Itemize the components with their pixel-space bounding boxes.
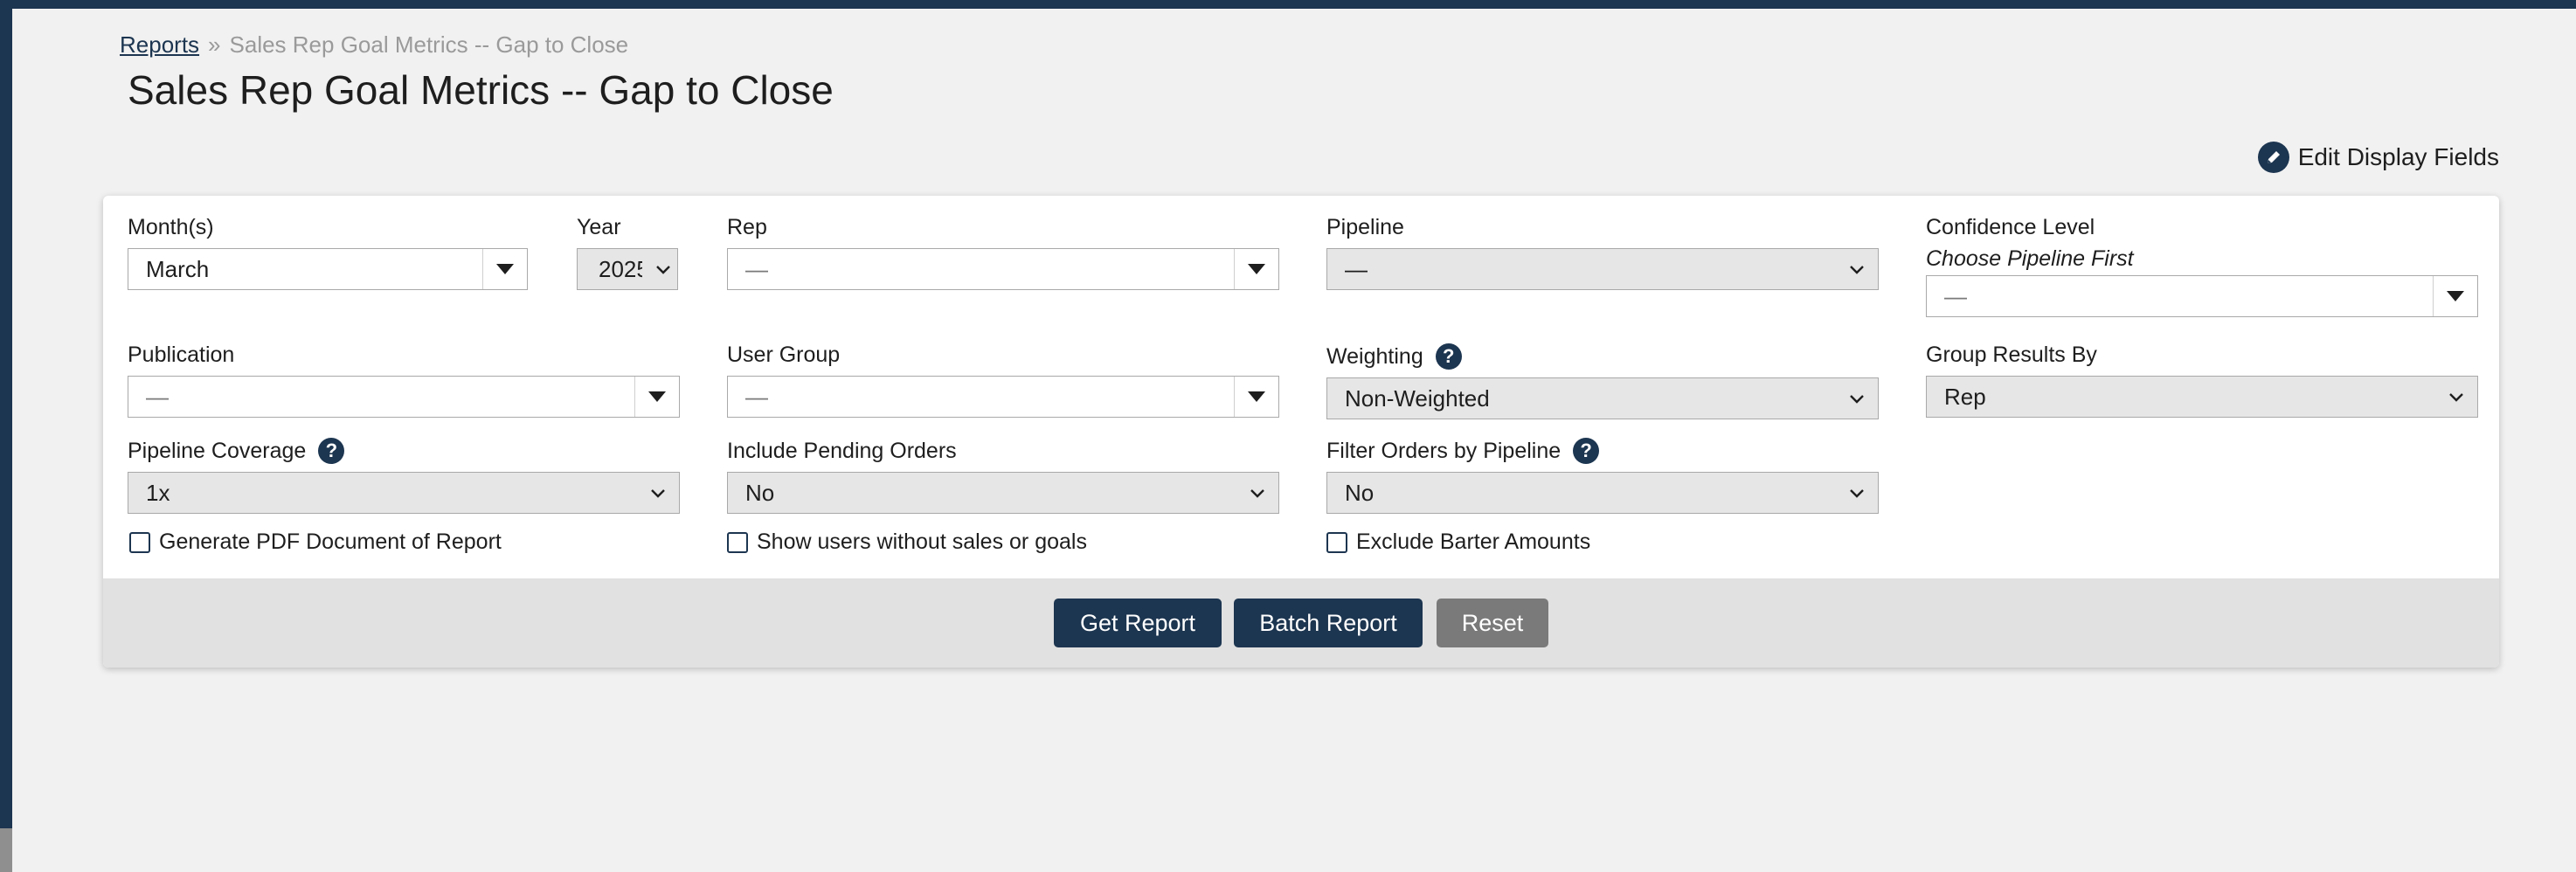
filter-orders-by-pipeline-field: Filter Orders by Pipeline ? No	[1326, 437, 1879, 514]
pipeline-coverage-select[interactable]: 1x	[128, 472, 680, 514]
pipeline-coverage-label-row: Pipeline Coverage ?	[128, 437, 680, 465]
sidebar-footer-strip	[0, 828, 12, 872]
help-icon[interactable]: ?	[1435, 343, 1462, 370]
edit-display-fields-button[interactable]: Edit Display Fields	[2257, 142, 2499, 173]
batch-report-button[interactable]: Batch Report	[1234, 599, 1423, 647]
group-results-by-label: Group Results By	[1926, 342, 2097, 367]
caret-down-icon	[1248, 391, 1265, 402]
show-users-without-sales-checkbox[interactable]: Show users without sales or goals	[727, 529, 1087, 555]
caret-down-icon	[496, 264, 514, 274]
caret-down-icon	[648, 391, 666, 402]
rep-dropdown-toggle[interactable]	[1234, 249, 1278, 289]
chevron-down-icon	[2449, 393, 2463, 402]
report-filter-panel: Month(s) March Year 2025 Rep — Pipeline …	[103, 196, 2499, 668]
months-field: Month(s) March	[128, 213, 528, 290]
weighting-label: Weighting	[1326, 343, 1423, 369]
include-pending-orders-value: No	[745, 479, 775, 506]
panel-footer: Get Report Batch Report Reset	[103, 578, 2499, 668]
pipeline-field: Pipeline —	[1326, 213, 1879, 290]
confidence-level-dropdown-toggle[interactable]	[2433, 276, 2477, 316]
confidence-level-field: Confidence Level Choose Pipeline First —	[1926, 213, 2478, 317]
pipeline-coverage-label: Pipeline Coverage	[128, 438, 307, 463]
help-icon[interactable]: ?	[1573, 438, 1600, 464]
pipeline-coverage-value: 1x	[146, 479, 170, 506]
confidence-level-select[interactable]: —	[1926, 275, 2478, 317]
year-field: Year 2025	[577, 213, 678, 290]
chevron-down-icon	[1850, 395, 1864, 404]
months-select[interactable]: March	[128, 248, 528, 290]
exclude-barter-label: Exclude Barter Amounts	[1356, 529, 1591, 554]
months-label: Month(s)	[128, 214, 214, 239]
checkbox-box[interactable]	[1326, 531, 1347, 553]
breadcrumb-current: Sales Rep Goal Metrics -- Gap to Close	[229, 31, 629, 58]
top-nav-bar	[0, 0, 2576, 9]
weighting-value: Non-Weighted	[1345, 384, 1490, 412]
breadcrumb-reports-link[interactable]: Reports	[120, 31, 199, 58]
chevron-down-icon	[656, 266, 670, 274]
group-results-by-value: Rep	[1944, 383, 1986, 410]
weighting-select[interactable]: Non-Weighted	[1326, 377, 1879, 419]
get-report-button[interactable]: Get Report	[1054, 599, 1222, 647]
rep-value: —	[745, 255, 768, 282]
checkbox-box[interactable]	[129, 531, 150, 553]
pipeline-select[interactable]: —	[1326, 248, 1879, 290]
pencil-icon	[2257, 142, 2289, 173]
filter-orders-by-pipeline-value: No	[1345, 479, 1375, 506]
include-pending-orders-field: Include Pending Orders No	[727, 437, 1279, 514]
user-group-label: User Group	[727, 342, 841, 367]
chevron-down-icon	[1850, 489, 1864, 498]
rep-select[interactable]: —	[727, 248, 1279, 290]
left-sidebar-strip	[0, 9, 12, 872]
publication-select[interactable]: —	[128, 376, 680, 418]
edit-display-fields-label: Edit Display Fields	[2297, 143, 2499, 170]
show-users-without-sales-label: Show users without sales or goals	[757, 529, 1087, 554]
user-group-value: —	[745, 383, 768, 410]
pipeline-value: —	[1345, 255, 1368, 282]
include-pending-orders-label: Include Pending Orders	[727, 438, 957, 463]
year-select[interactable]: 2025	[577, 248, 678, 290]
reset-button[interactable]: Reset	[1437, 599, 1548, 647]
chevron-down-icon	[1850, 266, 1864, 274]
breadcrumb-separator: »	[208, 31, 221, 58]
months-dropdown-toggle[interactable]	[482, 249, 527, 289]
confidence-level-hint: Choose Pipeline First	[1926, 246, 2134, 271]
publication-dropdown-toggle[interactable]	[634, 377, 679, 417]
caret-down-icon	[2447, 291, 2464, 301]
user-group-field: User Group —	[727, 341, 1279, 418]
publication-label: Publication	[128, 342, 235, 367]
group-results-by-field: Group Results By Rep	[1926, 341, 2478, 418]
user-group-select[interactable]: —	[727, 376, 1279, 418]
checkbox-box[interactable]	[727, 531, 748, 553]
exclude-barter-checkbox[interactable]: Exclude Barter Amounts	[1326, 529, 1590, 555]
confidence-level-value: —	[1944, 282, 1967, 309]
weighting-label-row: Weighting ?	[1326, 343, 1879, 370]
confidence-level-label: Confidence Level	[1926, 214, 2095, 239]
include-pending-orders-select[interactable]: No	[727, 472, 1279, 514]
group-results-by-select[interactable]: Rep	[1926, 376, 2478, 418]
filter-orders-by-pipeline-label: Filter Orders by Pipeline	[1326, 438, 1562, 463]
caret-down-icon	[1248, 264, 1265, 274]
user-group-dropdown-toggle[interactable]	[1234, 377, 1278, 417]
rep-label: Rep	[727, 214, 767, 239]
chevron-down-icon	[1250, 489, 1264, 498]
publication-value: —	[146, 383, 169, 410]
generate-pdf-checkbox[interactable]: Generate PDF Document of Report	[129, 529, 502, 555]
page-title: Sales Rep Goal Metrics -- Gap to Close	[128, 67, 834, 113]
help-icon[interactable]: ?	[318, 438, 345, 464]
months-value: March	[146, 255, 210, 282]
breadcrumb: Reports » Sales Rep Goal Metrics -- Gap to…	[120, 31, 628, 59]
pipeline-coverage-field: Pipeline Coverage ? 1x	[128, 437, 680, 514]
year-label: Year	[577, 214, 621, 239]
chevron-down-icon	[651, 489, 665, 498]
filter-orders-by-pipeline-label-row: Filter Orders by Pipeline ?	[1326, 437, 1879, 465]
rep-field: Rep —	[727, 213, 1279, 290]
generate-pdf-label: Generate PDF Document of Report	[159, 529, 502, 554]
pipeline-label: Pipeline	[1326, 214, 1404, 239]
weighting-field: Weighting ? Non-Weighted	[1326, 343, 1879, 419]
filter-orders-by-pipeline-select[interactable]: No	[1326, 472, 1879, 514]
publication-field: Publication —	[128, 341, 680, 418]
